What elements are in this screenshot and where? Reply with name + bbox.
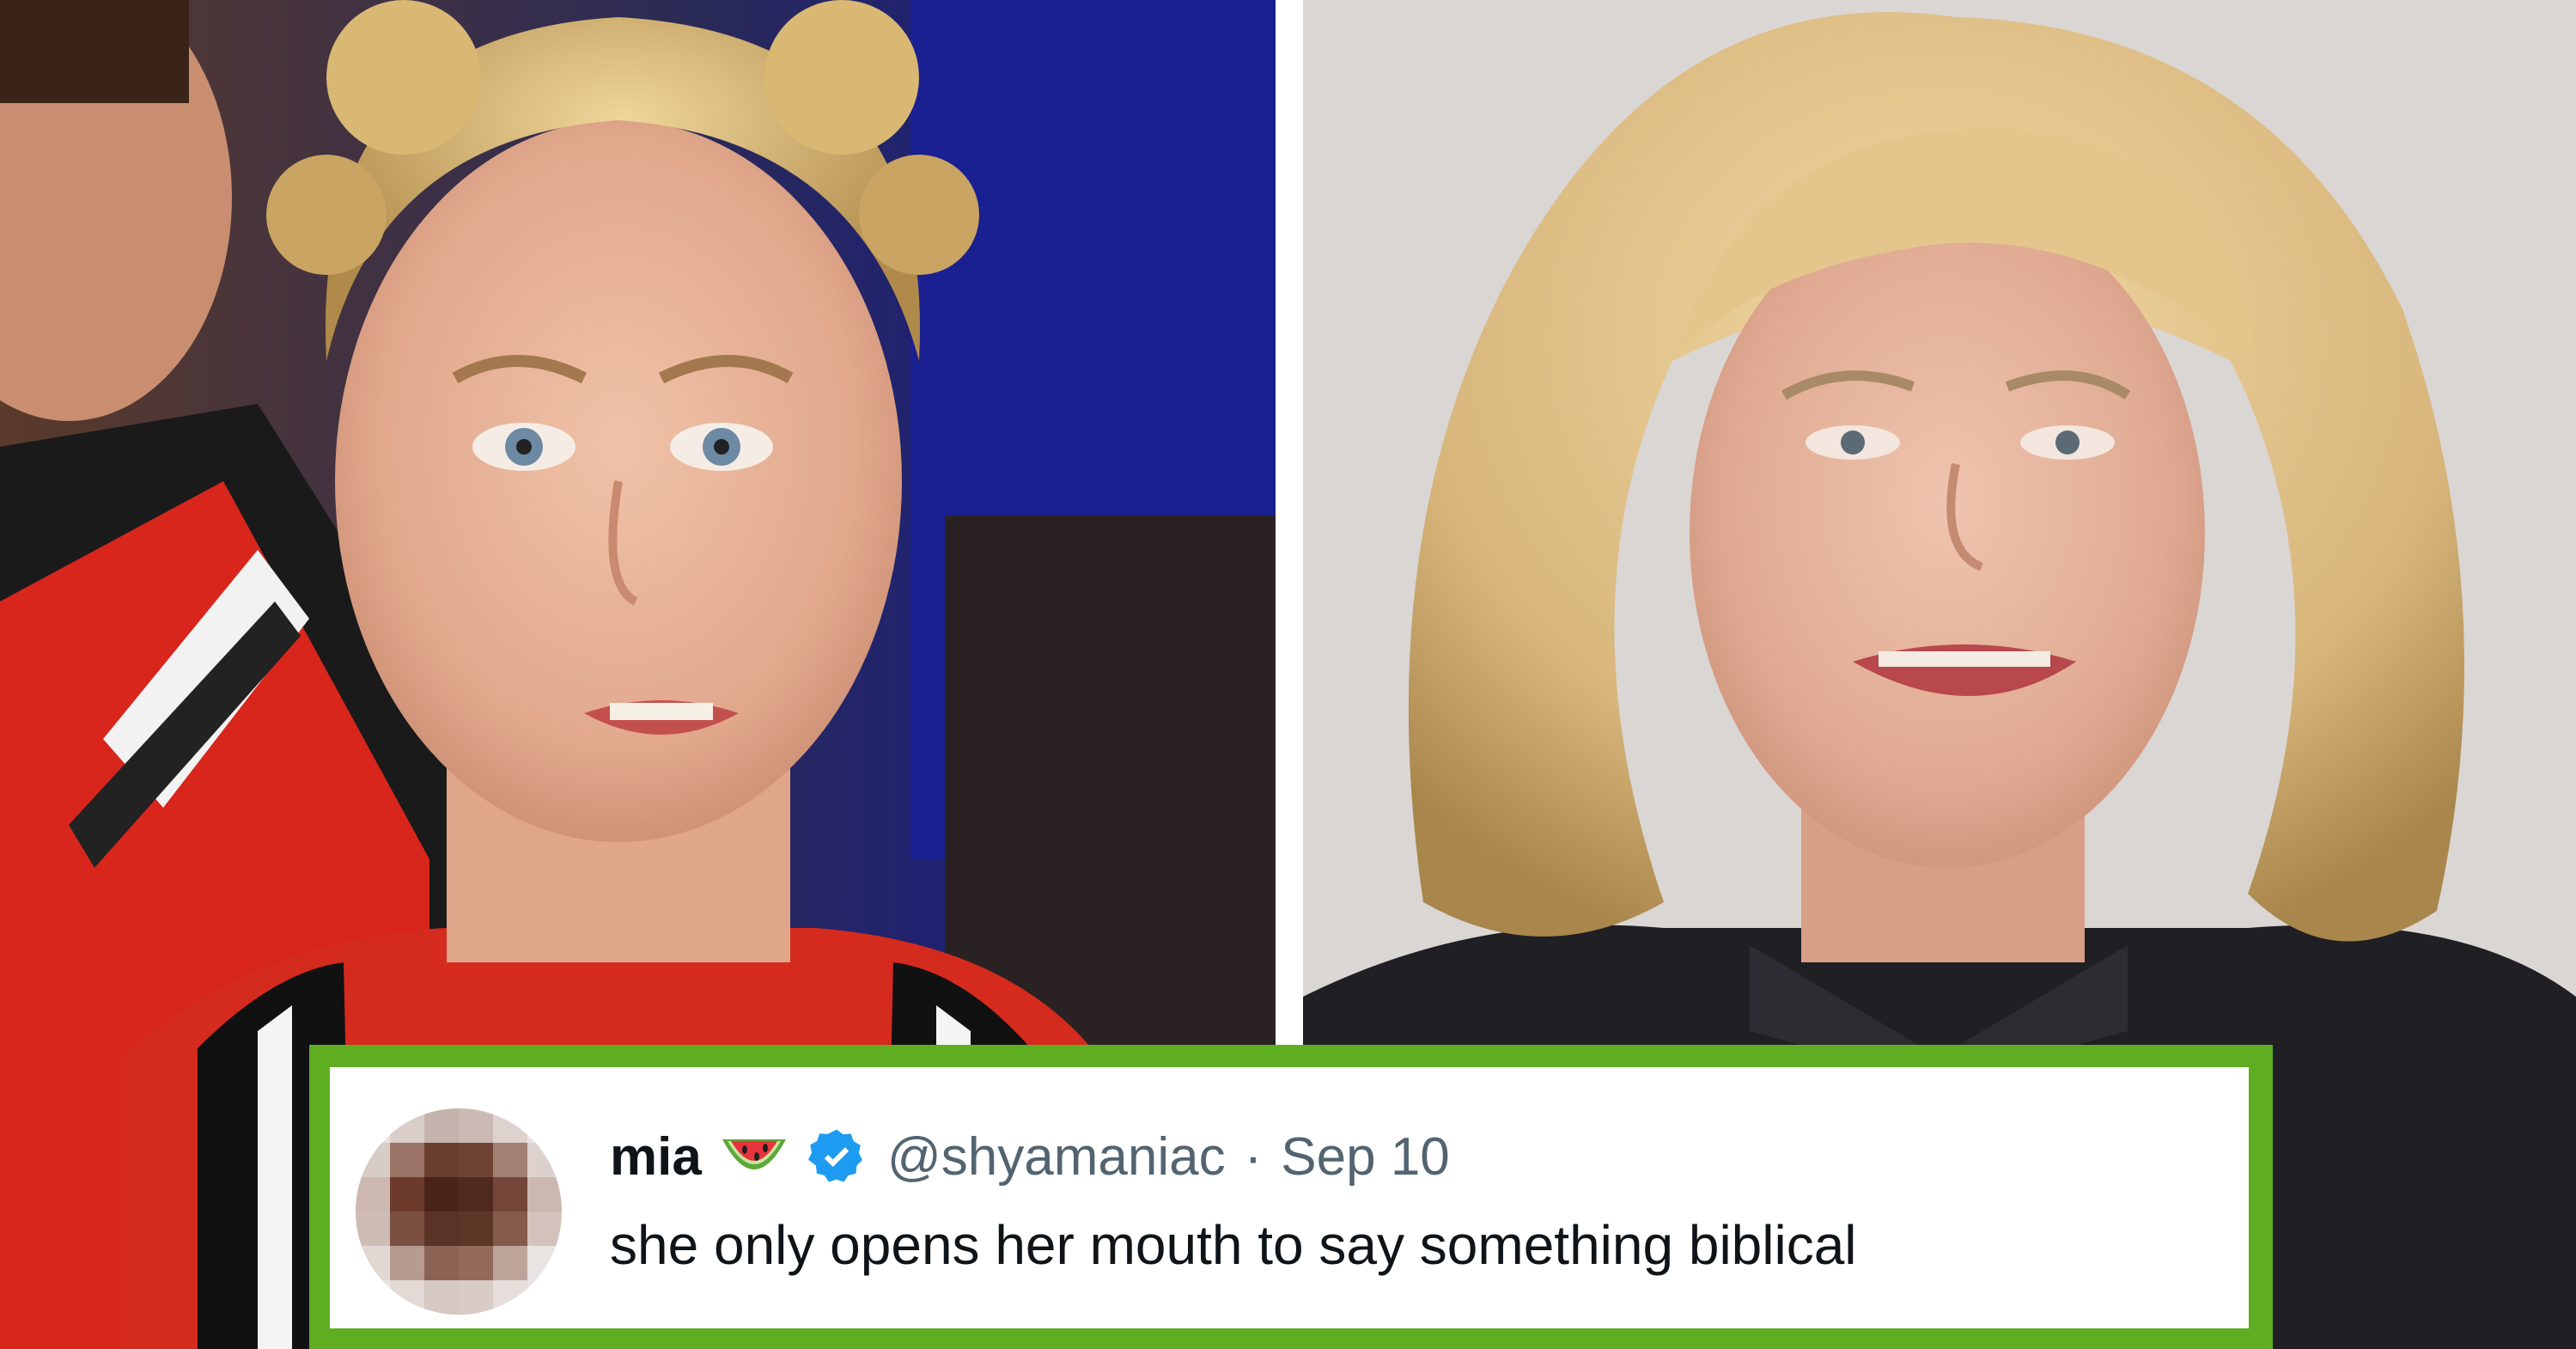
tweet-date[interactable]: Sep 10 bbox=[1281, 1131, 1450, 1184]
meme-image: mia @shyamaniac · Sep 10 she only opens … bbox=[0, 0, 2576, 1349]
watermelon-icon bbox=[719, 1131, 789, 1184]
tweet-card: mia @shyamaniac · Sep 10 she only opens … bbox=[330, 1067, 2249, 1328]
blurred-avatar bbox=[356, 1108, 562, 1315]
tweet-text: she only opens her mouth to say somethin… bbox=[610, 1214, 1857, 1276]
avatar[interactable] bbox=[356, 1108, 562, 1315]
tweet-header: mia @shyamaniac · Sep 10 bbox=[610, 1126, 1450, 1189]
user-handle[interactable]: @shyamaniac bbox=[887, 1131, 1226, 1184]
verified-badge-icon bbox=[805, 1126, 868, 1189]
separator-dot: · bbox=[1244, 1127, 1263, 1187]
tweet-frame: mia @shyamaniac · Sep 10 she only opens … bbox=[309, 1045, 2273, 1349]
display-name[interactable]: mia bbox=[610, 1131, 702, 1184]
